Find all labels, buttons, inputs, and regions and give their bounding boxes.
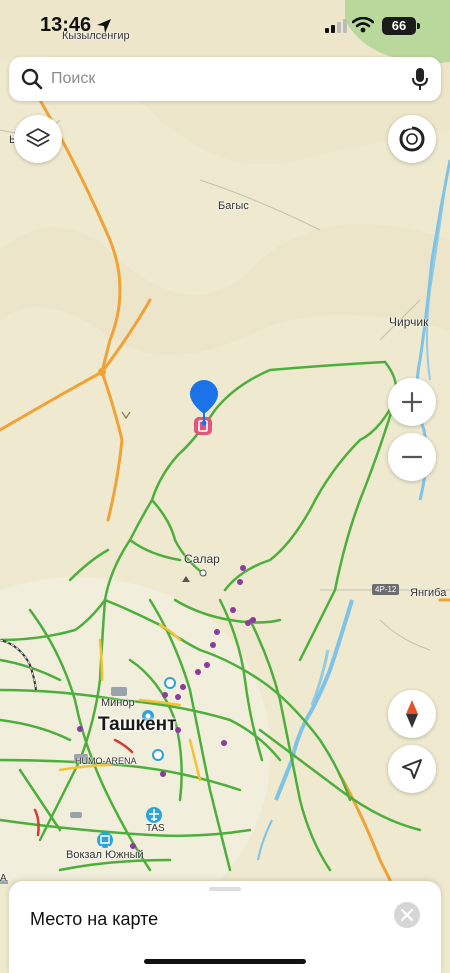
search-input[interactable] bbox=[51, 65, 391, 93]
layers-button[interactable] bbox=[14, 115, 62, 163]
zoom-out-button[interactable] bbox=[388, 433, 436, 481]
north-button[interactable] bbox=[388, 690, 436, 738]
map-label-yangibad: Янгиба bbox=[410, 587, 447, 599]
map-label-humo-arena: HUMO-ARENA bbox=[75, 756, 137, 766]
zoom-in-button[interactable] bbox=[388, 378, 436, 426]
map-label-edge-b: А bbox=[0, 873, 7, 884]
compass-button[interactable] bbox=[388, 115, 436, 163]
plus-icon bbox=[401, 391, 423, 413]
battery-indicator: 66 bbox=[382, 17, 420, 35]
cellular-signal-icon bbox=[325, 19, 347, 33]
search-bar[interactable] bbox=[9, 57, 441, 101]
status-bar: 13:46 66 bbox=[0, 0, 450, 52]
sheet-drag-handle[interactable] bbox=[209, 887, 241, 891]
location-arrow-icon bbox=[402, 759, 422, 779]
map-label-salar: Салар bbox=[184, 552, 220, 566]
road-number-badge: 4Р-12 bbox=[372, 584, 400, 595]
sheet-title: Место на карте bbox=[30, 909, 159, 929]
home-indicator[interactable] bbox=[144, 959, 306, 964]
layers-icon bbox=[26, 128, 50, 147]
location-services-icon bbox=[97, 19, 111, 33]
map-label-tashkent: Ташкент bbox=[98, 714, 177, 735]
north-arrow-icon bbox=[406, 700, 418, 728]
compass-ring-icon bbox=[399, 125, 425, 152]
search-icon bbox=[21, 68, 43, 90]
close-icon bbox=[401, 909, 413, 921]
map-canvas[interactable] bbox=[0, 0, 450, 973]
map-label-bagys: Багыс bbox=[218, 200, 249, 212]
sheet-close-button[interactable] bbox=[394, 902, 420, 928]
wifi-icon bbox=[352, 17, 374, 33]
locate-me-button[interactable] bbox=[388, 745, 436, 793]
minus-icon bbox=[401, 455, 423, 459]
map-label-tas: TAS bbox=[146, 823, 165, 834]
map-label-minor: Минор bbox=[101, 697, 135, 709]
mic-icon[interactable] bbox=[411, 67, 429, 91]
map-label-chirchik: Чирчик bbox=[389, 315, 429, 329]
map-label-vokzal: Вокзал Южный bbox=[66, 849, 144, 861]
status-time: 13:46 bbox=[40, 14, 92, 36]
